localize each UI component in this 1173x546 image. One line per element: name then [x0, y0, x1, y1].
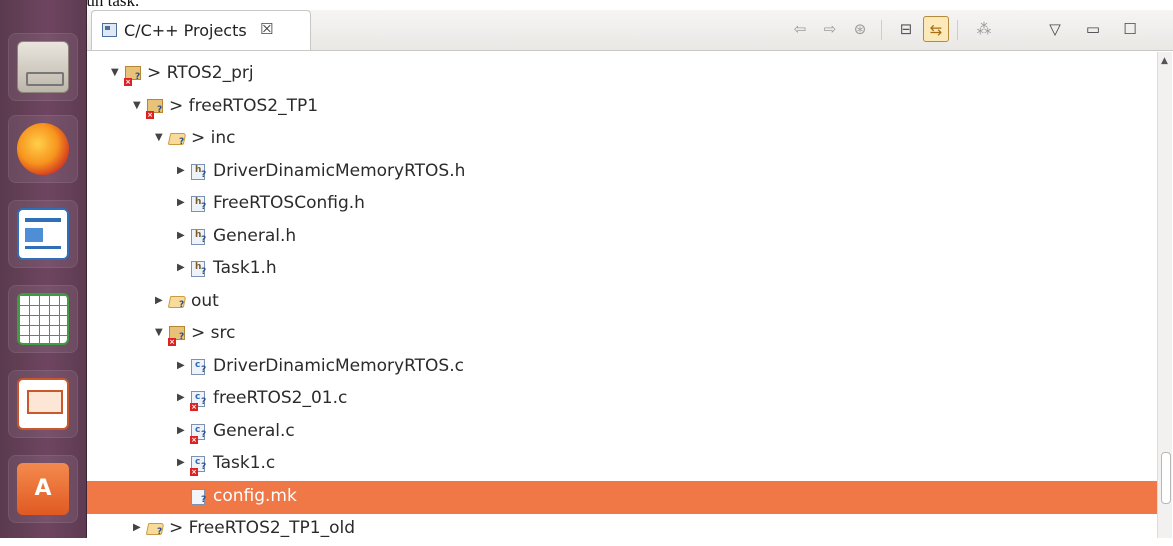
file-cabinet-icon [17, 41, 69, 93]
tree-item-label: out [191, 290, 219, 311]
scroll-thumb[interactable] [1161, 452, 1171, 504]
files-launcher-button[interactable] [8, 33, 78, 101]
collapsed-arrow-icon[interactable]: ▶ [177, 165, 185, 176]
tree-row[interactable]: ▼ ×? > RTOS2_prj [87, 58, 1157, 91]
shopping-bag-icon: A [17, 463, 69, 515]
cpp-projects-icon [102, 23, 117, 37]
tree-item-label: DriverDinamicMemoryRTOS.h [213, 160, 466, 181]
expanded-arrow-icon[interactable]: ▼ [133, 100, 141, 111]
tree-row[interactable]: ▶? DriverDinamicMemoryRTOS.h [87, 156, 1157, 189]
collapse-all-icon[interactable]: ⊟ [893, 16, 919, 42]
vertical-scrollbar[interactable]: ▲ [1157, 52, 1172, 538]
maximize-icon[interactable]: ☐ [1117, 16, 1143, 42]
firefox-launcher-button[interactable] [8, 115, 78, 183]
error-marker-icon: × [146, 110, 154, 119]
expanded-arrow-icon[interactable]: ▼ [155, 132, 163, 143]
error-marker-icon: × [124, 78, 132, 86]
tree-item-label: Task1.c [213, 453, 276, 473]
tree-row[interactable]: ? config.mk [87, 480, 1157, 514]
untracked-marker-icon: ? [201, 267, 207, 277]
error-marker-icon: × [190, 435, 198, 444]
expanded-arrow-icon[interactable]: ▼ [111, 67, 119, 78]
tree-item-label: > freeRTOS2_TP1 [169, 95, 319, 116]
scroll-up-arrow-icon[interactable]: ▲ [1161, 56, 1168, 66]
untracked-marker-icon: ? [201, 462, 207, 472]
untracked-marker-icon: ? [135, 72, 141, 82]
tree-item-label: config.mk [213, 485, 297, 506]
tree-row[interactable]: ▶ ×? freeRTOS2_01.c [87, 383, 1157, 416]
tree-row[interactable]: ▶ ×? General.c [87, 416, 1157, 449]
tree-item-label: freeRTOS2_01.c [213, 388, 348, 408]
tree-item-label: General.h [213, 225, 297, 246]
tree-row[interactable]: ▶? DriverDinamicMemoryRTOS.c [87, 351, 1157, 384]
untracked-marker-icon: ? [179, 332, 185, 342]
collapsed-arrow-icon[interactable]: ▶ [177, 457, 185, 468]
software-center-launcher-button[interactable]: A [8, 455, 78, 523]
tree-item-label: > inc [191, 128, 236, 148]
tree-item-label: Task1.h [213, 258, 277, 278]
tree-row[interactable]: ▼ ×? > src [87, 318, 1157, 351]
forward-icon[interactable]: ⇨ [817, 16, 843, 42]
writer-document-icon [17, 208, 69, 260]
collapsed-arrow-icon[interactable]: ▶ [133, 522, 141, 533]
firefox-icon [17, 123, 69, 175]
untracked-marker-icon: ? [157, 104, 163, 115]
back-icon[interactable]: ⇦ [787, 16, 813, 42]
tree-row[interactable]: ▶? Task1.h [87, 253, 1157, 286]
tab-title: C/C++ Projects [124, 21, 247, 40]
untracked-marker-icon: ? [179, 299, 185, 310]
writer-launcher-button[interactable] [8, 200, 78, 268]
collapsed-arrow-icon[interactable]: ▶ [177, 360, 185, 371]
tree-row[interactable]: ▶? General.h [87, 221, 1157, 254]
untracked-marker-icon: ? [201, 202, 207, 212]
error-marker-icon: × [190, 468, 198, 476]
untracked-marker-icon: ? [201, 364, 207, 375]
unity-launcher: A [0, 0, 87, 538]
collapsed-arrow-icon[interactable]: ▶ [177, 197, 185, 208]
untracked-marker-icon: ? [201, 234, 207, 245]
tab-cpp-projects[interactable]: C/C++ Projects ☒ [91, 10, 311, 50]
collapsed-arrow-icon[interactable]: ▶ [177, 425, 185, 436]
collapsed-arrow-icon[interactable]: ▶ [177, 392, 185, 403]
collapsed-arrow-icon[interactable]: ▶ [177, 230, 185, 241]
tree-item-label: > RTOS2_prj [147, 63, 254, 83]
tree-row[interactable]: ▶ ×? Task1.c [87, 448, 1157, 481]
collapsed-arrow-icon[interactable]: ▶ [155, 295, 163, 306]
collapsed-arrow-icon[interactable]: ▶ [177, 262, 185, 273]
impress-presentation-icon [17, 378, 69, 430]
error-marker-icon: × [168, 338, 176, 346]
minimize-icon[interactable]: ▭ [1080, 16, 1106, 42]
error-marker-icon: × [190, 403, 198, 411]
view-tab-bar: C/C++ Projects ☒ ⇦ ⇨ ⊛ ⊟ ⇆ ⁂ ▽ ▭ ☐ [87, 10, 1173, 51]
filter-icon[interactable]: ⁂ [971, 16, 997, 42]
untracked-marker-icon: ? [201, 429, 207, 440]
close-icon[interactable]: ☒ [260, 20, 273, 38]
tree-row[interactable]: ▶? > FreeRTOS2_TP1_old [87, 513, 1157, 546]
expanded-arrow-icon[interactable]: ▼ [155, 327, 163, 338]
tree-row[interactable]: ▶? FreeRTOSConfig.h [87, 188, 1157, 221]
untracked-marker-icon: ? [201, 169, 207, 180]
tree-item-label: FreeRTOSConfig.h [213, 193, 365, 213]
cpp-projects-view: C/C++ Projects ☒ ⇦ ⇨ ⊛ ⊟ ⇆ ⁂ ▽ ▭ ☐ ▼ ×? > … [87, 0, 1173, 538]
home-icon[interactable]: ⊛ [847, 16, 873, 42]
untracked-marker-icon: ? [179, 137, 185, 147]
tree-row[interactable]: ▶? out [87, 286, 1157, 319]
tree-item-label: > FreeRTOS2_TP1_old [169, 518, 356, 538]
untracked-marker-icon: ? [201, 397, 207, 407]
untracked-marker-icon: ? [157, 527, 163, 537]
calc-launcher-button[interactable] [8, 285, 78, 353]
tree-item-label: General.c [213, 420, 295, 441]
link-with-editor-icon[interactable]: ⇆ [923, 16, 949, 42]
tree-item-label: > src [191, 323, 236, 343]
untracked-marker-icon: ? [201, 494, 207, 505]
tree-row[interactable]: ▼ ×? > freeRTOS2_TP1 [87, 91, 1157, 124]
tree-row[interactable]: ▼? > inc [87, 123, 1157, 156]
impress-launcher-button[interactable] [8, 370, 78, 438]
calc-spreadsheet-icon [17, 293, 69, 345]
view-menu-icon[interactable]: ▽ [1042, 16, 1068, 42]
tree-item-label: DriverDinamicMemoryRTOS.c [213, 355, 464, 376]
